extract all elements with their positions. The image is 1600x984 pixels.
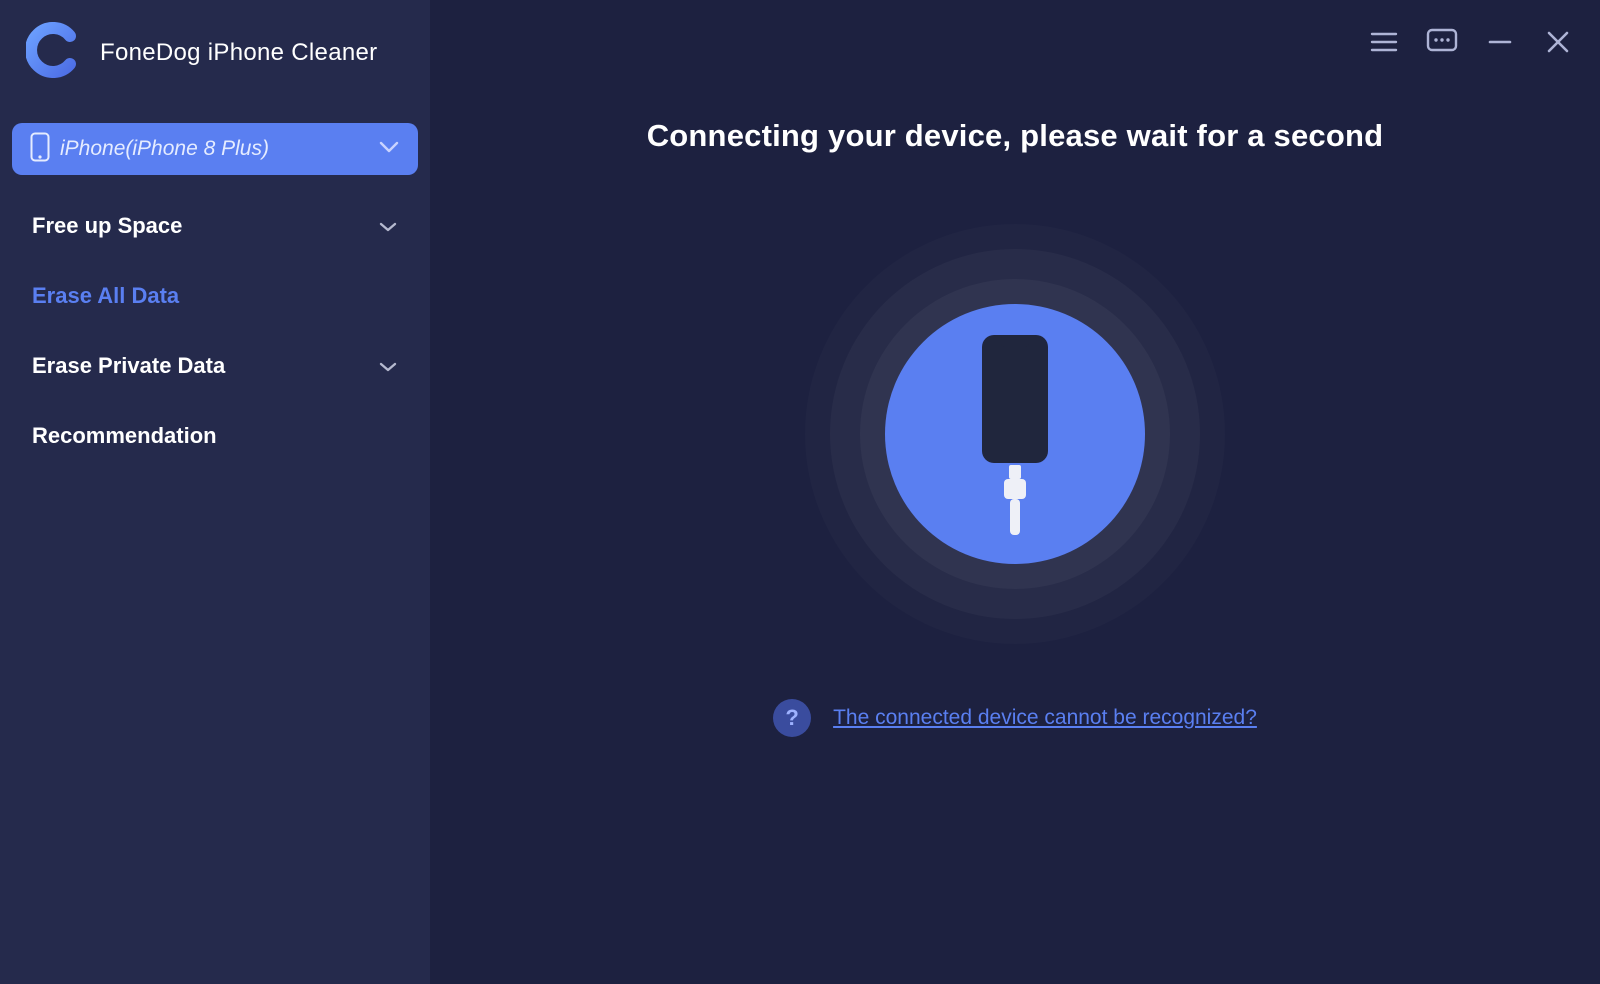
sidebar-item-label: Free up Space <box>32 213 182 239</box>
app-title: FoneDog iPhone Cleaner <box>100 39 377 67</box>
help-icon: ? <box>773 699 811 737</box>
logo-icon <box>26 22 82 83</box>
main-panel: Connecting your device, please wait for … <box>430 0 1600 984</box>
sidebar-item-recommendation[interactable]: Recommendation <box>4 401 426 471</box>
connection-animation <box>805 224 1225 644</box>
chevron-down-icon <box>378 353 398 379</box>
chevron-down-icon <box>378 140 400 159</box>
chevron-down-icon <box>378 213 398 239</box>
sidebar-item-erase-all-data[interactable]: Erase All Data <box>4 261 426 331</box>
brand: FoneDog iPhone Cleaner <box>0 18 430 107</box>
app-window: FoneDog iPhone Cleaner iPhone(iPhone 8 P… <box>0 0 1600 984</box>
phone-connector-icon <box>885 304 1145 564</box>
sidebar-item-free-up-space[interactable]: Free up Space <box>4 191 426 261</box>
sidebar-item-erase-private-data[interactable]: Erase Private Data <box>4 331 426 401</box>
status-headline: Connecting your device, please wait for … <box>647 118 1384 154</box>
sidebar-item-label: Erase Private Data <box>32 353 225 379</box>
sidebar-nav: Free up Space Erase All Data Erase Priva… <box>0 185 430 471</box>
phone-icon <box>30 132 50 167</box>
device-label: iPhone(iPhone 8 Plus) <box>60 137 269 161</box>
sidebar: FoneDog iPhone Cleaner iPhone(iPhone 8 P… <box>0 0 430 984</box>
sidebar-item-label: Recommendation <box>32 423 217 449</box>
help-icon-glyph: ? <box>785 705 798 731</box>
device-not-recognized-link[interactable]: The connected device cannot be recognize… <box>833 706 1257 730</box>
sidebar-item-label: Erase All Data <box>32 283 179 309</box>
help-line: ? The connected device cannot be recogni… <box>773 699 1257 737</box>
device-selector[interactable]: iPhone(iPhone 8 Plus) <box>12 123 418 175</box>
